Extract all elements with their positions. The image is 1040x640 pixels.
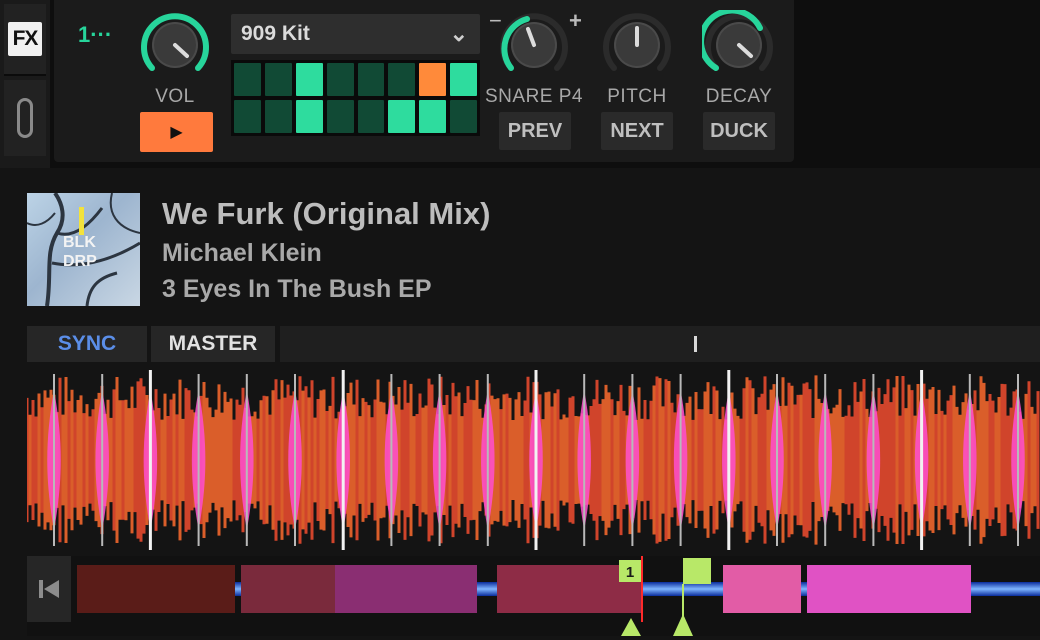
- step-pad[interactable]: [234, 63, 261, 96]
- deck-panel: BLK DRP We Furk (Original Mix) Michael K…: [0, 168, 1040, 640]
- volume-label: VOL: [155, 86, 195, 107]
- step-sequencer-grid: [231, 60, 480, 136]
- fx-unit: 1··· VOL ▶ 909 Kit ⌄ − + SNARE P4 PITCH …: [54, 0, 794, 162]
- step-pad[interactable]: [264, 63, 292, 96]
- next-button[interactable]: NEXT: [601, 112, 673, 150]
- prev-button[interactable]: PREV: [499, 112, 571, 150]
- link-button[interactable]: [4, 80, 46, 156]
- phase-meter: [280, 326, 1040, 362]
- pitch-label: PITCH: [607, 86, 667, 107]
- step-pad[interactable]: [264, 100, 292, 133]
- step-pad[interactable]: [388, 100, 416, 133]
- track-title: We Furk (Original Mix): [162, 196, 491, 231]
- kit-dropdown[interactable]: 909 Kit ⌄: [231, 14, 480, 54]
- link-icon: [17, 98, 33, 138]
- play-button[interactable]: ▶: [140, 112, 213, 152]
- decay-label: DECAY: [705, 86, 773, 107]
- fx-slot-label[interactable]: 1···: [78, 22, 112, 48]
- master-button[interactable]: MASTER: [151, 326, 275, 362]
- chevron-down-icon: ⌄: [449, 21, 468, 46]
- snare-knob[interactable]: [497, 10, 571, 74]
- step-pad[interactable]: [326, 63, 354, 96]
- stripe-waveform[interactable]: [27, 368, 1040, 553]
- step-pad[interactable]: [295, 100, 323, 133]
- snare-label: SNARE P4: [485, 86, 583, 107]
- volume-knob[interactable]: [138, 10, 212, 74]
- cover-logo-text: BLK DRP: [63, 234, 97, 270]
- effects-panel: FX 1··· VOL ▶ 909 Kit ⌄ − + SNARE P4 PIT…: [0, 0, 1040, 168]
- step-pad[interactable]: [450, 63, 477, 96]
- overview-waveform[interactable]: 1: [77, 556, 1040, 636]
- step-pad[interactable]: [388, 63, 416, 96]
- step-pad[interactable]: [419, 100, 447, 133]
- phase-marker: [694, 336, 697, 352]
- fx-icon: FX: [8, 22, 42, 56]
- step-pad[interactable]: [419, 63, 447, 96]
- skip-back-icon: [39, 580, 59, 598]
- decay-knob[interactable]: [698, 7, 776, 74]
- duck-button[interactable]: DUCK: [703, 112, 775, 150]
- pitch-knob[interactable]: [600, 10, 674, 74]
- step-pad[interactable]: [234, 100, 261, 133]
- kit-dropdown-label: 909 Kit: [241, 22, 310, 45]
- fx-sidebar: FX: [0, 0, 50, 168]
- cue-marker-2: [673, 614, 693, 636]
- step-pad[interactable]: [357, 63, 385, 96]
- track-overview: 1: [27, 556, 1040, 636]
- cue-point-1-label: 1: [626, 564, 634, 581]
- cue-marker-1: [621, 618, 641, 636]
- fx-button[interactable]: FX: [4, 4, 46, 76]
- step-pad[interactable]: [295, 63, 323, 96]
- step-pad[interactable]: [450, 100, 477, 133]
- step-pad[interactable]: [357, 100, 385, 133]
- step-pad[interactable]: [326, 100, 354, 133]
- album-cover: BLK DRP: [27, 193, 140, 306]
- track-artist: Michael Klein: [162, 239, 322, 267]
- track-album: 3 Eyes In The Bush EP: [162, 275, 432, 303]
- jump-to-start-button[interactable]: [27, 556, 71, 622]
- sync-button[interactable]: SYNC: [27, 326, 147, 362]
- cue-point-2[interactable]: [683, 558, 711, 584]
